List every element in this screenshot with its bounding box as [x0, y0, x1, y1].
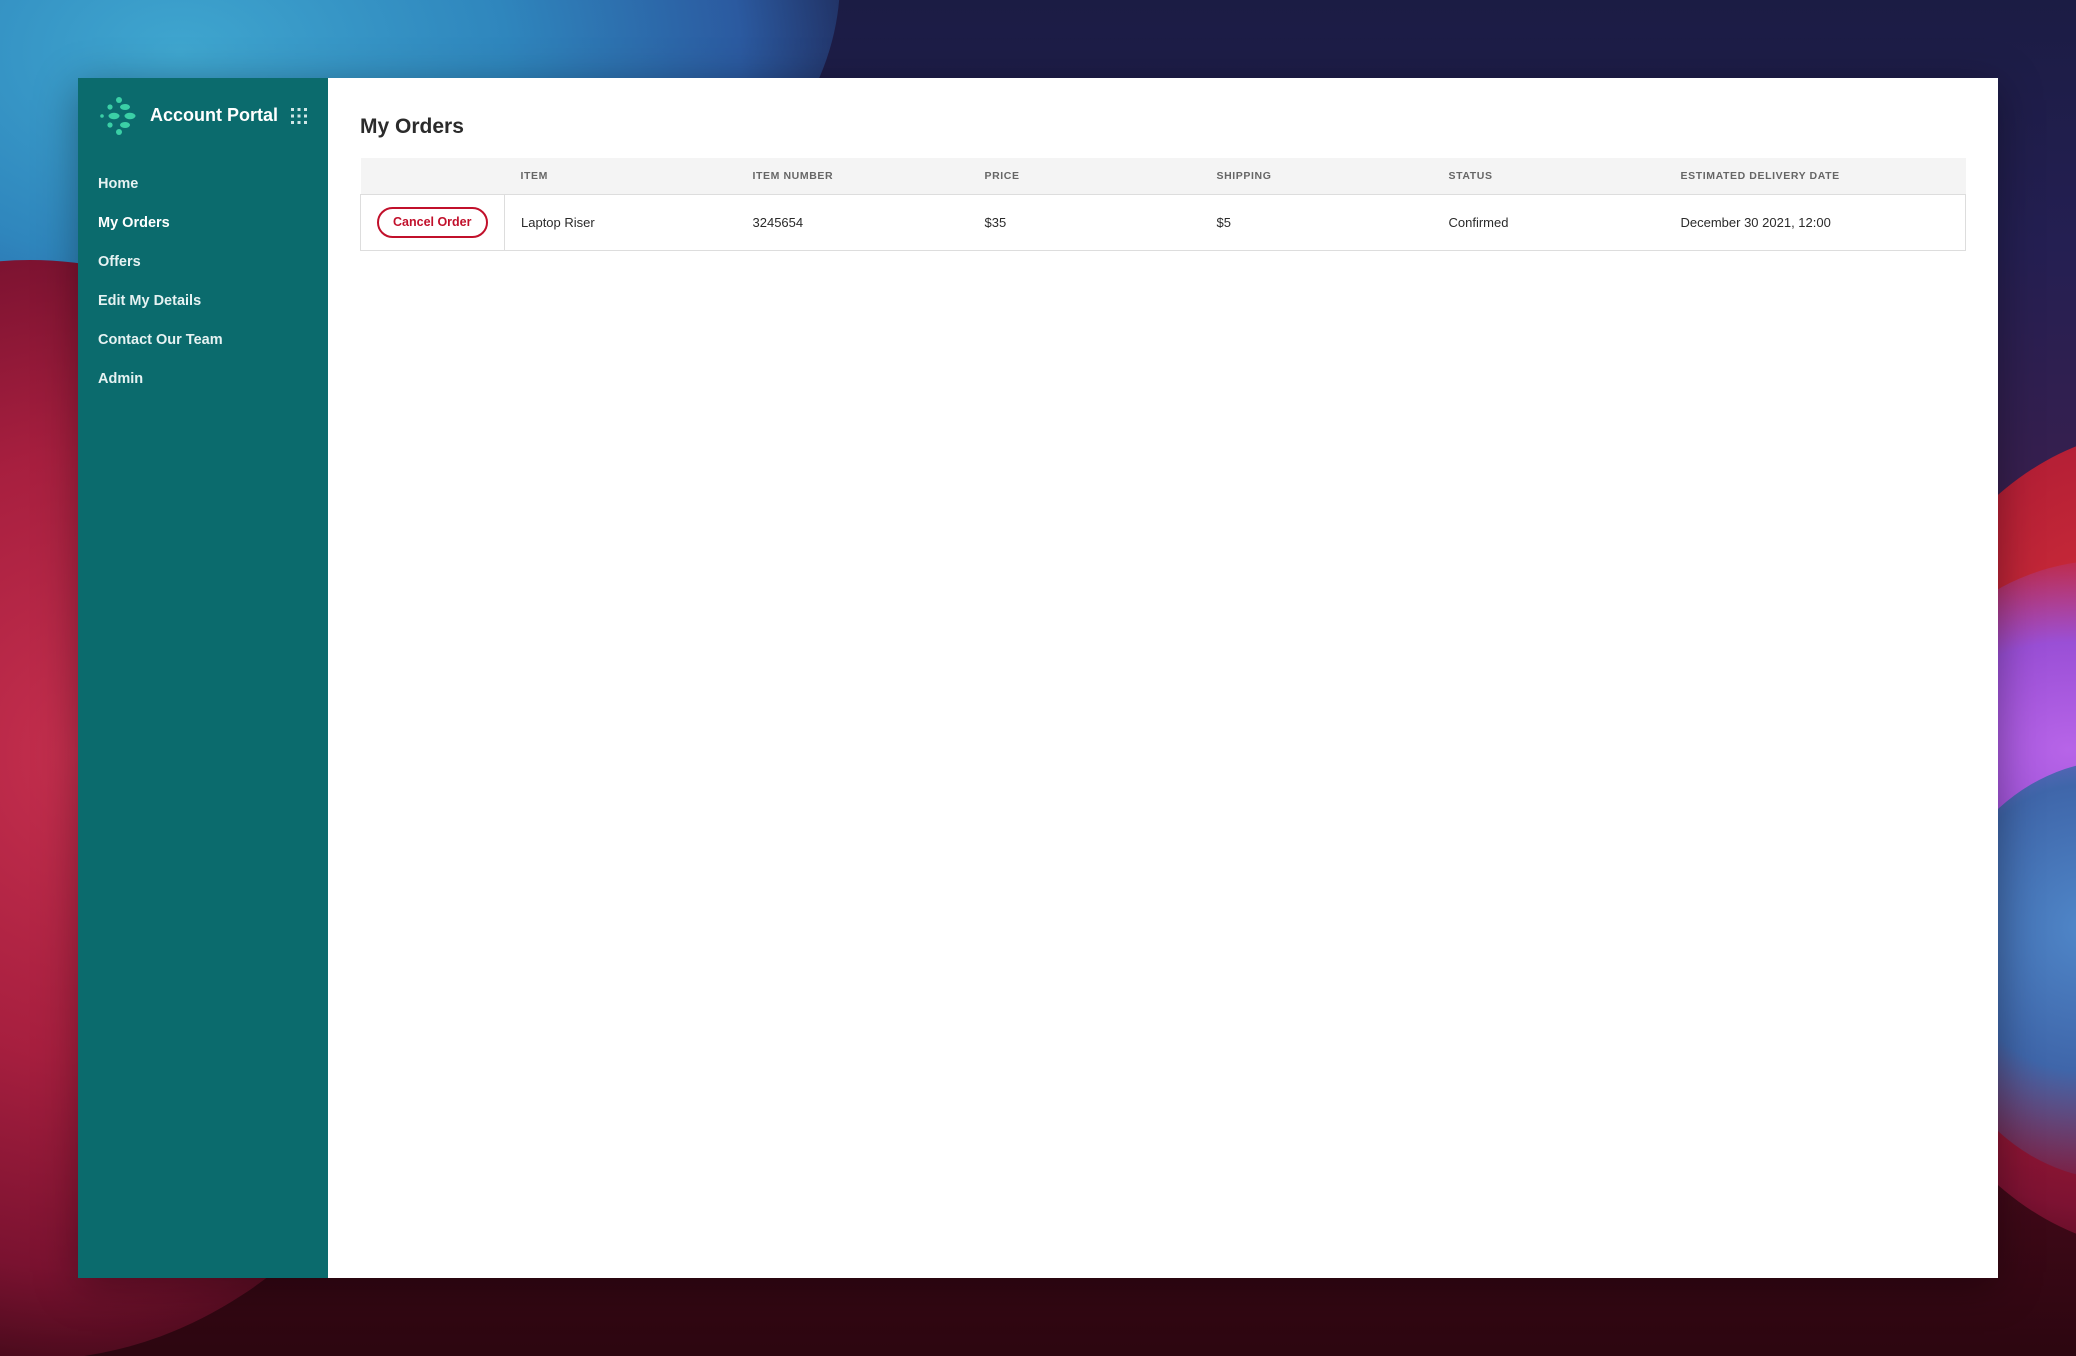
column-header-price: PRICE — [984, 169, 1020, 182]
column-header-status: STATUS — [1448, 169, 1493, 182]
sidebar-nav: Home My Orders Offers Edit My Details Co… — [98, 165, 308, 399]
sidebar: Account Portal Home My Orders Offers Edi… — [78, 78, 328, 1278]
cancel-order-button[interactable]: Cancel Order — [377, 206, 488, 238]
sidebar-item-home[interactable]: Home — [98, 165, 308, 204]
column-header-estimated-delivery-date: ESTIMATED DELIVERY DATE — [1680, 169, 1840, 182]
status-cell: Confirmed — [1432, 193, 1665, 251]
orders-table: ITEM ITEM NUMBER PRICE SHIPPING STATUS E… — [360, 158, 1966, 251]
table-header-row: ITEM ITEM NUMBER PRICE SHIPPING STATUS E… — [360, 158, 1966, 194]
sidebar-item-offers[interactable]: Offers — [98, 243, 308, 282]
column-header-item: ITEM — [520, 169, 548, 182]
table-row: Cancel Order Laptop Riser 3245654 $35 $5… — [360, 193, 1966, 251]
item-cell: Laptop Riser — [504, 193, 737, 251]
sidebar-item-contact-our-team[interactable]: Contact Our Team — [98, 321, 308, 360]
delivery-date-cell: December 30 2021, 12:00 — [1664, 193, 1966, 251]
sidebar-item-my-orders[interactable]: My Orders — [98, 204, 308, 243]
sidebar-header: Account Portal — [98, 78, 308, 153]
app-window: Account Portal Home My Orders Offers Edi… — [78, 78, 1998, 1278]
desktop-wallpaper: Account Portal Home My Orders Offers Edi… — [0, 0, 2076, 1356]
sidebar-item-admin[interactable]: Admin — [98, 360, 308, 399]
page-title: My Orders — [360, 115, 464, 138]
item-number-cell: 3245654 — [736, 193, 969, 251]
column-header-item-number: ITEM NUMBER — [752, 169, 834, 182]
price-cell: $35 — [968, 193, 1201, 251]
dots-logo-icon — [100, 96, 136, 135]
app-title: Account Portal — [150, 105, 279, 125]
column-header-action — [361, 158, 505, 194]
grid-icon[interactable] — [290, 107, 308, 125]
column-header-shipping: SHIPPING — [1216, 169, 1272, 182]
shipping-cell: $5 — [1200, 193, 1433, 251]
sidebar-item-edit-my-details[interactable]: Edit My Details — [98, 282, 308, 321]
main-content: My Orders ITEM ITEM NUMBER PRICE SHIPPIN… — [328, 78, 1998, 1278]
action-cell: Cancel Order — [360, 193, 505, 251]
